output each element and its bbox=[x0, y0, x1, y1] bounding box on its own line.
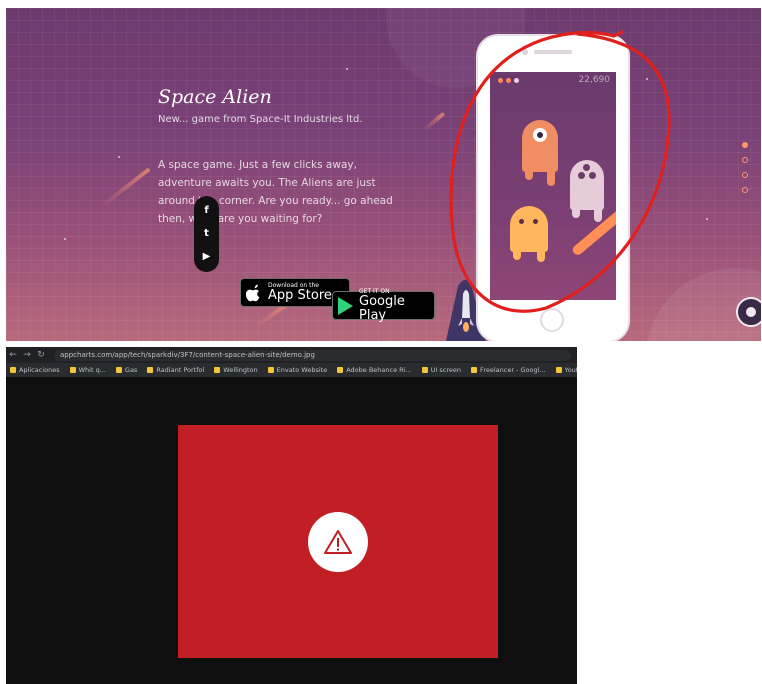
page-viewport bbox=[6, 377, 577, 684]
folder-icon bbox=[10, 367, 16, 373]
back-button[interactable]: ← bbox=[6, 350, 20, 360]
bookmark-label: Youtube Search Engi... bbox=[564, 366, 577, 374]
bookmark-label: Envato Website bbox=[276, 366, 328, 374]
bookmark-label: Radiant Portfol bbox=[156, 366, 205, 374]
bookmark-item[interactable]: Envato Website bbox=[267, 366, 328, 374]
pager-dot[interactable] bbox=[742, 187, 748, 193]
folder-icon bbox=[337, 367, 344, 373]
app-title: Space Alien bbox=[158, 86, 272, 108]
pager-dot[interactable] bbox=[742, 172, 748, 178]
pager-dot[interactable] bbox=[742, 142, 748, 148]
apple-icon bbox=[246, 284, 260, 301]
forward-button[interactable]: → bbox=[20, 350, 34, 360]
landing-page-screenshot: Space Alien New... game from Space-It In… bbox=[6, 8, 761, 341]
folder-icon bbox=[421, 367, 428, 373]
error-icon-circle bbox=[308, 511, 368, 572]
bookmark-label: Gas bbox=[124, 366, 138, 374]
folder-icon bbox=[147, 367, 154, 373]
red-circle-annotation bbox=[449, 30, 671, 313]
broken-image-placeholder bbox=[178, 425, 498, 658]
folder-icon bbox=[69, 367, 76, 373]
bookmark-label: Wellington bbox=[223, 366, 258, 374]
twitter-icon[interactable]: t bbox=[204, 228, 209, 240]
folder-icon bbox=[214, 367, 221, 373]
bookmark-item[interactable]: Whit q... bbox=[69, 366, 106, 374]
bookmark-item[interactable]: UI screen bbox=[421, 366, 462, 374]
page-pager bbox=[742, 142, 748, 193]
folder-icon bbox=[115, 367, 122, 373]
folder-icon bbox=[267, 367, 274, 373]
bookmark-item[interactable]: Aplicaciones bbox=[10, 366, 60, 374]
bookmark-label: UI screen bbox=[430, 366, 462, 374]
star bbox=[706, 218, 708, 220]
address-bar: ← → ↻ appcharts.com/app/tech/sparkdiv/3F… bbox=[6, 347, 577, 363]
folder-icon bbox=[471, 367, 478, 373]
google-play-big-text: Google Play bbox=[359, 294, 405, 323]
social-links: f t ▶ bbox=[194, 196, 219, 272]
google-play-button[interactable]: GET IT ON Google Play bbox=[332, 288, 435, 323]
star bbox=[118, 156, 120, 158]
bookmark-label: Freelancer - Googl... bbox=[480, 366, 546, 374]
chat-button[interactable] bbox=[736, 297, 761, 327]
folder-icon bbox=[555, 367, 562, 373]
bookmark-item[interactable]: Freelancer - Googl... bbox=[471, 366, 546, 374]
pager-dot[interactable] bbox=[742, 157, 748, 163]
youtube-icon[interactable]: ▶ bbox=[203, 251, 211, 263]
google-play-icon bbox=[338, 296, 353, 315]
facebook-icon[interactable]: f bbox=[204, 205, 208, 217]
bookmark-item[interactable]: Youtube Search Engi... bbox=[555, 366, 577, 374]
star bbox=[346, 68, 348, 70]
url-field[interactable]: appcharts.com/app/tech/sparkdiv/3F7/cont… bbox=[54, 349, 571, 361]
chat-icon bbox=[746, 307, 756, 317]
reload-button[interactable]: ↻ bbox=[34, 350, 48, 360]
bookmark-label: Adobe Behance Ri... bbox=[346, 366, 412, 374]
bookmark-item[interactable]: Gas bbox=[115, 366, 138, 374]
bookmark-label: Whit q... bbox=[78, 366, 106, 374]
bookmark-label: Aplicaciones bbox=[19, 366, 60, 374]
bookmark-item[interactable]: Adobe Behance Ri... bbox=[337, 366, 412, 374]
app-subtitle: New... game from Space-It Industries ltd… bbox=[158, 114, 363, 125]
bookmark-item[interactable]: Radiant Portfol bbox=[147, 366, 204, 374]
browser-window-screenshot: ← → ↻ appcharts.com/app/tech/sparkdiv/3F… bbox=[6, 347, 577, 684]
warning-triangle-icon bbox=[324, 529, 352, 554]
app-store-big-text: App Store bbox=[268, 288, 332, 303]
star bbox=[64, 238, 66, 240]
bookmarks-bar: Aplicaciones Whit q... Gas Radiant Portfol W… bbox=[6, 363, 577, 377]
bookmark-item[interactable]: Wellington bbox=[214, 366, 258, 374]
